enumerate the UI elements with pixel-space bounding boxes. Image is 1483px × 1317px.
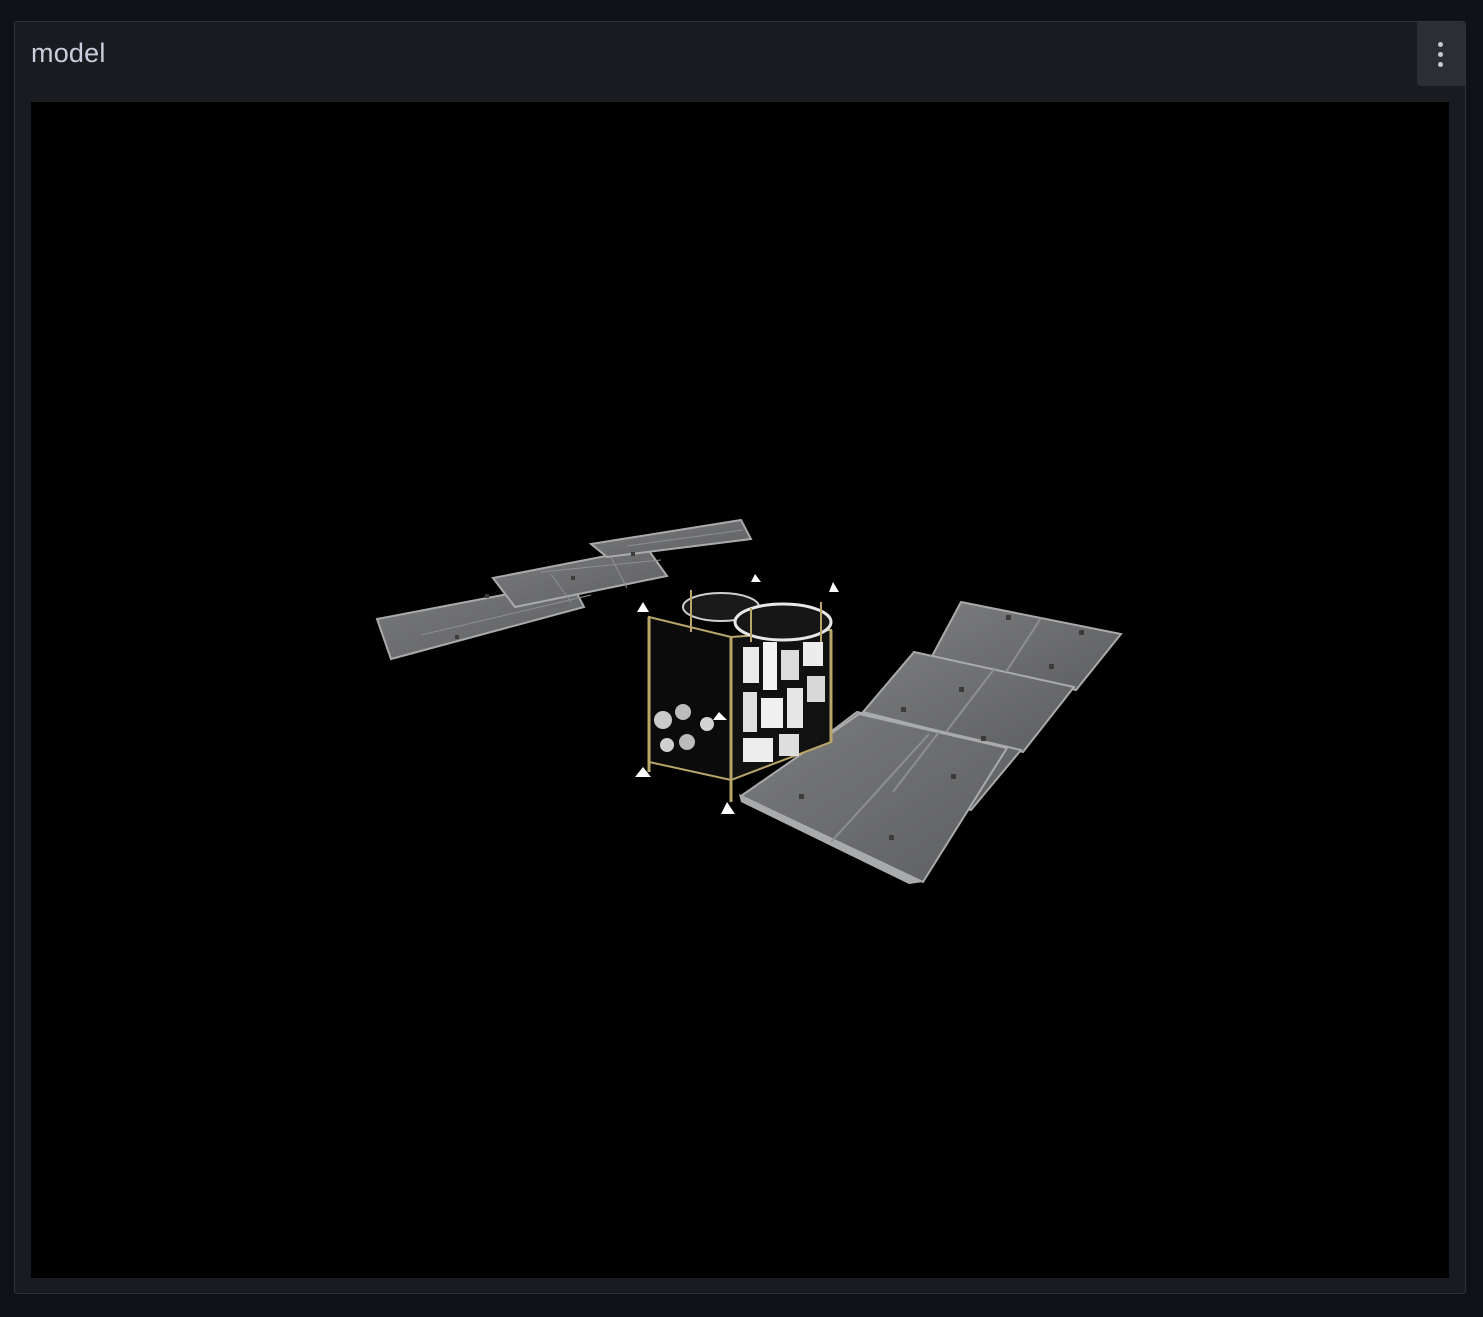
panel-header: model [15,22,1465,88]
panel-title: model [31,38,106,68]
more-vertical-icon-dot [1438,52,1443,57]
model-panel: model [14,21,1466,1294]
more-vertical-icon-dot [1438,62,1443,67]
more-vertical-icon [1438,42,1443,47]
panel-menu-button[interactable] [1417,22,1465,86]
3d-model-viewport[interactable] [31,102,1449,1278]
spacecraft-model [375,518,1123,884]
